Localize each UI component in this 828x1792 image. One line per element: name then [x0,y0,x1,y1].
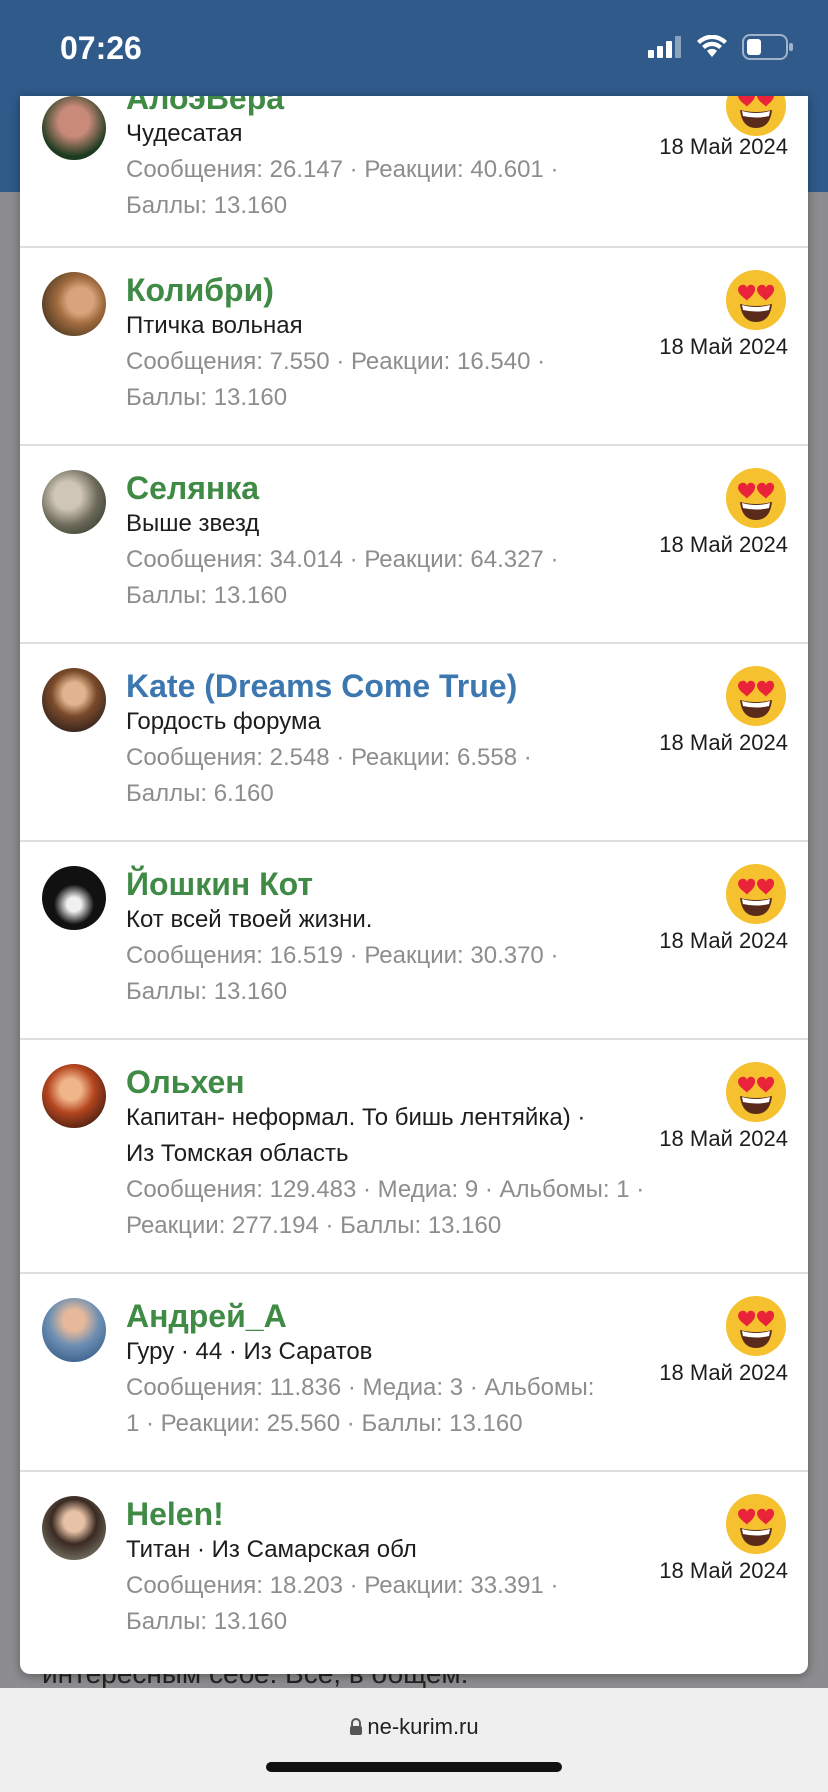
member-stats: Сообщения: 11.836 · Медиа: 3 · Альбомы: … [126,1370,666,1442]
stats-line: Сообщения: 26.147 · Реакции: 40.601 · [126,156,559,183]
member-title: Птичка вольная [126,312,303,339]
heart-eyes-emoji-icon [726,468,786,528]
browser-bar: ne-kurim.ru [0,1688,828,1792]
avatar[interactable] [42,272,106,336]
stats-line: Баллы: 13.160 [126,384,288,411]
member-stats: Сообщения: 129.483 · Медиа: 9 · Альбомы:… [126,1172,686,1244]
stats-line: 1 · Реакции: 25.560 · Баллы: 13.160 [126,1410,523,1437]
stats-line: Баллы: 13.160 [126,1608,288,1635]
member-title: Кот всей твоей жизни. [126,906,373,933]
status-icons [648,34,794,60]
stats-line: Баллы: 13.160 [126,192,288,219]
member-stats: Сообщения: 7.550 · Реакции: 16.540 · Бал… [126,344,666,416]
list-item[interactable]: Колибри) Птичка вольная Сообщения: 7.550… [20,248,808,446]
reaction-date: 18 Май 2024 [659,1126,788,1151]
heart-eyes-emoji-icon [726,96,786,136]
battery-icon [742,34,793,60]
member-stats: Сообщения: 26.147 · Реакции: 40.601 · Ба… [126,152,666,224]
heart-eyes-emoji-icon [726,1296,786,1356]
home-indicator[interactable] [266,1762,562,1772]
avatar[interactable] [42,668,106,732]
list-item[interactable]: Андрей_А Гуру · 44 · Из Саратов Сообщени… [20,1274,808,1472]
stats-line: Сообщения: 7.550 · Реакции: 16.540 · [126,348,546,375]
signal-icon [648,36,681,58]
stats-line: Баллы: 13.160 [126,978,288,1005]
reaction-date: 18 Май 2024 [659,532,788,557]
stats-line: Сообщения: 34.014 · Реакции: 64.327 · [126,546,559,573]
member-title: Выше звезд [126,510,260,537]
list-item[interactable]: АлоэВера Чудесатая Сообщения: 26.147 · Р… [20,96,808,248]
reaction-date: 18 Май 2024 [659,134,788,159]
member-name[interactable]: Ольхен [126,1064,245,1101]
heart-eyes-emoji-icon [726,1062,786,1122]
stats-line: Баллы: 6.160 [126,780,274,807]
member-name[interactable]: Kate (Dreams Come True) [126,668,517,705]
url-text: ne-kurim.ru [367,1714,479,1739]
member-stats: Сообщения: 16.519 · Реакции: 30.370 · Ба… [126,938,666,1010]
reaction-date: 18 Май 2024 [659,1558,788,1583]
list-item[interactable]: Ольхен Капитан- неформал. То бишь лентяй… [20,1040,808,1274]
member-stats: Сообщения: 34.014 · Реакции: 64.327 · Ба… [126,542,666,614]
lock-icon [350,1718,363,1735]
heart-eyes-emoji-icon [726,1494,786,1554]
member-title: Гуру · 44 · Из Саратов [126,1338,373,1365]
reaction-date: 18 Май 2024 [659,730,788,755]
avatar[interactable] [42,866,106,930]
avatar[interactable] [42,96,106,160]
reactions-overlay: АлоэВера Чудесатая Сообщения: 26.147 · Р… [20,96,808,1674]
url-bar[interactable]: ne-kurim.ru [0,1714,828,1740]
stats-line: Сообщения: 16.519 · Реакции: 30.370 · [126,942,559,969]
member-stats: Сообщения: 18.203 · Реакции: 33.391 · Ба… [126,1568,666,1640]
member-name[interactable]: Андрей_А [126,1298,287,1335]
status-bar: 07:26 [0,0,828,96]
reaction-date: 18 Май 2024 [659,928,788,953]
avatar[interactable] [42,1496,106,1560]
avatar[interactable] [42,470,106,534]
heart-eyes-emoji-icon [726,864,786,924]
heart-eyes-emoji-icon [726,666,786,726]
member-title: Гордость форума [126,708,321,735]
member-name[interactable]: АлоэВера [126,96,284,117]
stats-line: Сообщения: 2.548 · Реакции: 6.558 · [126,744,532,771]
member-stats: Сообщения: 2.548 · Реакции: 6.558 · Балл… [126,740,666,812]
stats-line: Сообщения: 11.836 · Медиа: 3 · Альбомы: [126,1374,595,1401]
reaction-date: 18 Май 2024 [659,1360,788,1385]
member-name[interactable]: Колибри) [126,272,274,309]
member-title: Капитан- неформал. То бишь лентяйка) · И… [126,1100,666,1172]
stats-line: Баллы: 13.160 [126,582,288,609]
list-item[interactable]: Kate (Dreams Come True) Гордость форума … [20,644,808,842]
stats-line: Сообщения: 18.203 · Реакции: 33.391 · [126,1572,559,1599]
list-item[interactable]: Йошкин Кот Кот всей твоей жизни. Сообщен… [20,842,808,1040]
reaction-date: 18 Май 2024 [659,334,788,359]
stats-line: Реакции: 277.194 · Баллы: 13.160 [126,1212,502,1239]
title-line: Из Томская область [126,1140,349,1167]
stats-line: Сообщения: 129.483 · Медиа: 9 · Альбомы:… [126,1176,645,1203]
member-name[interactable]: Йошкин Кот [126,866,313,903]
member-name[interactable]: Helen! [126,1496,224,1533]
title-line: Капитан- неформал. То бишь лентяйка) · [126,1104,586,1131]
avatar[interactable] [42,1064,106,1128]
list-item[interactable]: Селянка Выше звезд Сообщения: 34.014 · Р… [20,446,808,644]
list-item[interactable]: Helen! Титан · Из Самарская обл Сообщени… [20,1472,808,1674]
member-title: Титан · Из Самарская обл [126,1536,417,1563]
heart-eyes-emoji-icon [726,270,786,330]
wifi-icon [697,35,727,57]
status-time: 07:26 [60,30,142,66]
member-name[interactable]: Селянка [126,470,259,507]
member-title: Чудесатая [126,120,243,147]
avatar[interactable] [42,1298,106,1362]
